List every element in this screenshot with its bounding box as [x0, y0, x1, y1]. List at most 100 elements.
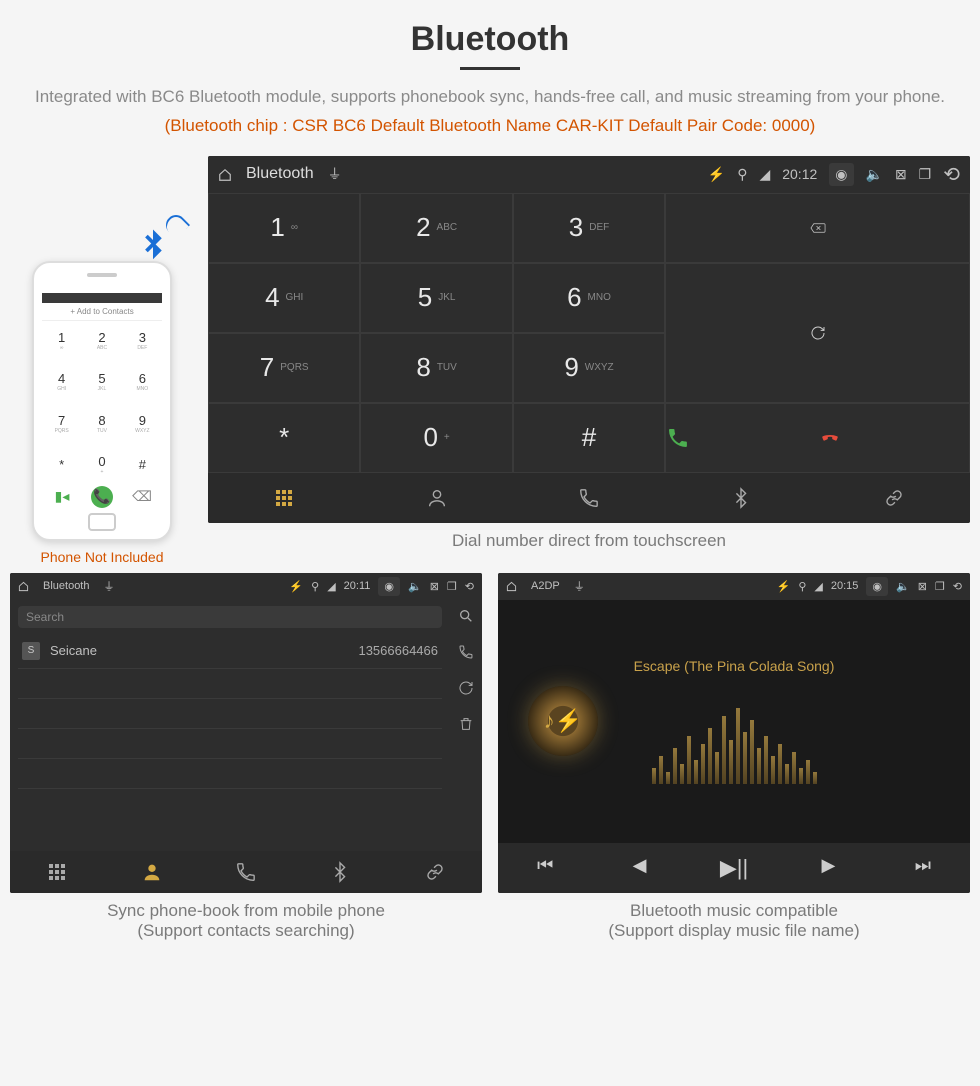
hangup-button[interactable]	[818, 424, 969, 452]
bluetooth-icon: ⚡	[777, 580, 791, 593]
key-0[interactable]: 0+	[360, 403, 512, 473]
nav-pairing[interactable]	[818, 487, 970, 509]
home-icon[interactable]	[218, 166, 232, 182]
location-icon: ⚲	[311, 580, 319, 593]
close-window-icon[interactable]: ⊠	[918, 580, 927, 593]
play-pause-button[interactable]: ▶||	[687, 855, 781, 881]
wifi-icon: ◢	[327, 580, 335, 593]
audio-visualizer	[652, 704, 817, 784]
nav-contacts[interactable]	[104, 861, 198, 883]
contact-name: Seicane	[50, 643, 97, 658]
call-button[interactable]	[666, 424, 817, 452]
key-3[interactable]: 3DEF	[513, 193, 665, 263]
bluetooth-icon: ⚡	[289, 580, 303, 593]
usb-icon: ⏚	[103, 578, 114, 594]
redial-button[interactable]	[665, 263, 970, 403]
music-controls: ⏮ ◀ ▶|| ▶ ⏭	[498, 843, 970, 893]
contact-row-empty	[18, 669, 442, 699]
add-to-contacts-label: + Add to Contacts	[42, 303, 162, 321]
phone-mockup: + Add to Contacts 1∞2ABC3DEF 4GHI5JKL6MN…	[32, 261, 172, 541]
track-title: Escape (The Pina Colada Song)	[634, 658, 835, 674]
back-icon[interactable]: ⟲	[465, 580, 474, 593]
key-hash[interactable]: #	[513, 403, 665, 473]
key-2[interactable]: 2ABC	[360, 193, 512, 263]
backspace-button[interactable]	[665, 193, 970, 263]
music-note-bluetooth-icon: ♪⚡	[544, 708, 582, 734]
status-bar: A2DP ⏚ ⚡ ⚲ ◢ 20:15 ◉ 🔈 ⊠ ❐ ⟲	[498, 573, 970, 600]
bottom-nav	[10, 851, 482, 893]
contact-row-empty	[18, 729, 442, 759]
volume-icon[interactable]: 🔈	[896, 580, 910, 593]
key-7[interactable]: 7PQRS	[208, 333, 360, 403]
key-5[interactable]: 5JKL	[360, 263, 512, 333]
nav-keypad[interactable]	[208, 487, 360, 509]
status-bar: Bluetooth ⏚ ⚡ ⚲ ◢ 20:11 ◉ 🔈 ⊠ ❐ ⟲	[10, 573, 482, 600]
camera-icon[interactable]: ◉	[829, 163, 853, 186]
phone-illustration: + Add to Contacts 1∞2ABC3DEF 4GHI5JKL6MN…	[10, 221, 194, 565]
search-icon[interactable]	[458, 608, 474, 626]
delete-icon[interactable]	[458, 716, 474, 734]
nav-contacts[interactable]	[360, 487, 512, 509]
usb-icon: ⏚	[328, 164, 342, 184]
title-underline	[460, 67, 520, 70]
recent-apps-icon[interactable]: ❐	[935, 580, 945, 593]
music-visualizer-area: ♪⚡ Escape (The Pina Colada Song)	[498, 600, 970, 843]
previous-button[interactable]: ⏮	[498, 855, 592, 881]
music-caption: Bluetooth music compatible(Support displ…	[498, 901, 970, 941]
nav-keypad[interactable]	[10, 861, 104, 883]
call-icon[interactable]	[458, 644, 474, 662]
contact-number: 13566664466	[358, 643, 438, 658]
bluetooth-icon: ⚡	[708, 166, 725, 183]
home-icon[interactable]	[18, 580, 29, 592]
wifi-icon: ◢	[759, 166, 770, 183]
app-title: A2DP	[531, 580, 560, 592]
contact-row-empty	[18, 699, 442, 729]
camera-icon[interactable]: ◉	[866, 577, 888, 596]
close-window-icon[interactable]: ⊠	[430, 580, 439, 593]
phonebook-caption: Sync phone-book from mobile phone(Suppor…	[10, 901, 482, 941]
nav-pairing[interactable]	[388, 861, 482, 883]
key-1[interactable]: 1∞	[208, 193, 360, 263]
key-8[interactable]: 8TUV	[360, 333, 512, 403]
music-device: A2DP ⏚ ⚡ ⚲ ◢ 20:15 ◉ 🔈 ⊠ ❐ ⟲ ♪⚡ Escape (…	[498, 573, 970, 893]
sync-icon[interactable]	[458, 680, 474, 698]
clock: 20:15	[831, 580, 859, 592]
back-icon[interactable]: ⟲	[953, 580, 962, 593]
forward-button[interactable]: ▶	[781, 855, 875, 881]
nav-bluetooth[interactable]	[665, 487, 817, 509]
volume-icon[interactable]: 🔈	[408, 580, 422, 593]
nav-call-log[interactable]	[199, 861, 293, 883]
page-header: Bluetooth Integrated with BC6 Bluetooth …	[10, 20, 970, 136]
recent-apps-icon[interactable]: ❐	[447, 580, 457, 593]
search-input[interactable]: Search	[18, 606, 442, 628]
key-6[interactable]: 6MNO	[513, 263, 665, 333]
phone-not-included-note: Phone Not Included	[10, 549, 194, 565]
album-disc-icon: ♪⚡	[528, 686, 598, 756]
contact-initial-badge: S	[22, 642, 40, 660]
rewind-button[interactable]: ◀	[592, 855, 686, 881]
nav-call-log[interactable]	[513, 487, 665, 509]
contact-row[interactable]: S Seicane 13566664466	[18, 634, 442, 669]
nav-bluetooth[interactable]	[293, 861, 387, 883]
back-icon[interactable]: ⟲	[943, 162, 960, 187]
camera-icon[interactable]: ◉	[378, 577, 400, 596]
home-icon[interactable]	[506, 580, 517, 592]
close-window-icon[interactable]: ⊠	[895, 166, 907, 183]
page-description: Integrated with BC6 Bluetooth module, su…	[10, 84, 970, 110]
contact-row-empty	[18, 759, 442, 789]
phonebook-device: Bluetooth ⏚ ⚡ ⚲ ◢ 20:11 ◉ 🔈 ⊠ ❐ ⟲	[10, 573, 482, 893]
volume-icon[interactable]: 🔈	[866, 166, 883, 183]
key-star[interactable]: *	[208, 403, 360, 473]
status-bar: Bluetooth ⏚ ⚡ ⚲ ◢ 20:12 ◉ 🔈 ⊠ ❐ ⟲	[208, 156, 970, 193]
bottom-nav	[208, 473, 970, 523]
usb-icon: ⏚	[574, 578, 585, 594]
next-button[interactable]: ⏭	[876, 855, 970, 881]
key-9[interactable]: 9WXYZ	[513, 333, 665, 403]
wifi-icon: ◢	[814, 580, 822, 593]
recent-apps-icon[interactable]: ❐	[919, 166, 932, 183]
side-actions	[450, 600, 482, 851]
location-icon: ⚲	[798, 580, 806, 593]
bluetooth-spec: (Bluetooth chip : CSR BC6 Default Blueto…	[10, 116, 970, 136]
key-4[interactable]: 4GHI	[208, 263, 360, 333]
app-title: Bluetooth	[246, 165, 314, 183]
